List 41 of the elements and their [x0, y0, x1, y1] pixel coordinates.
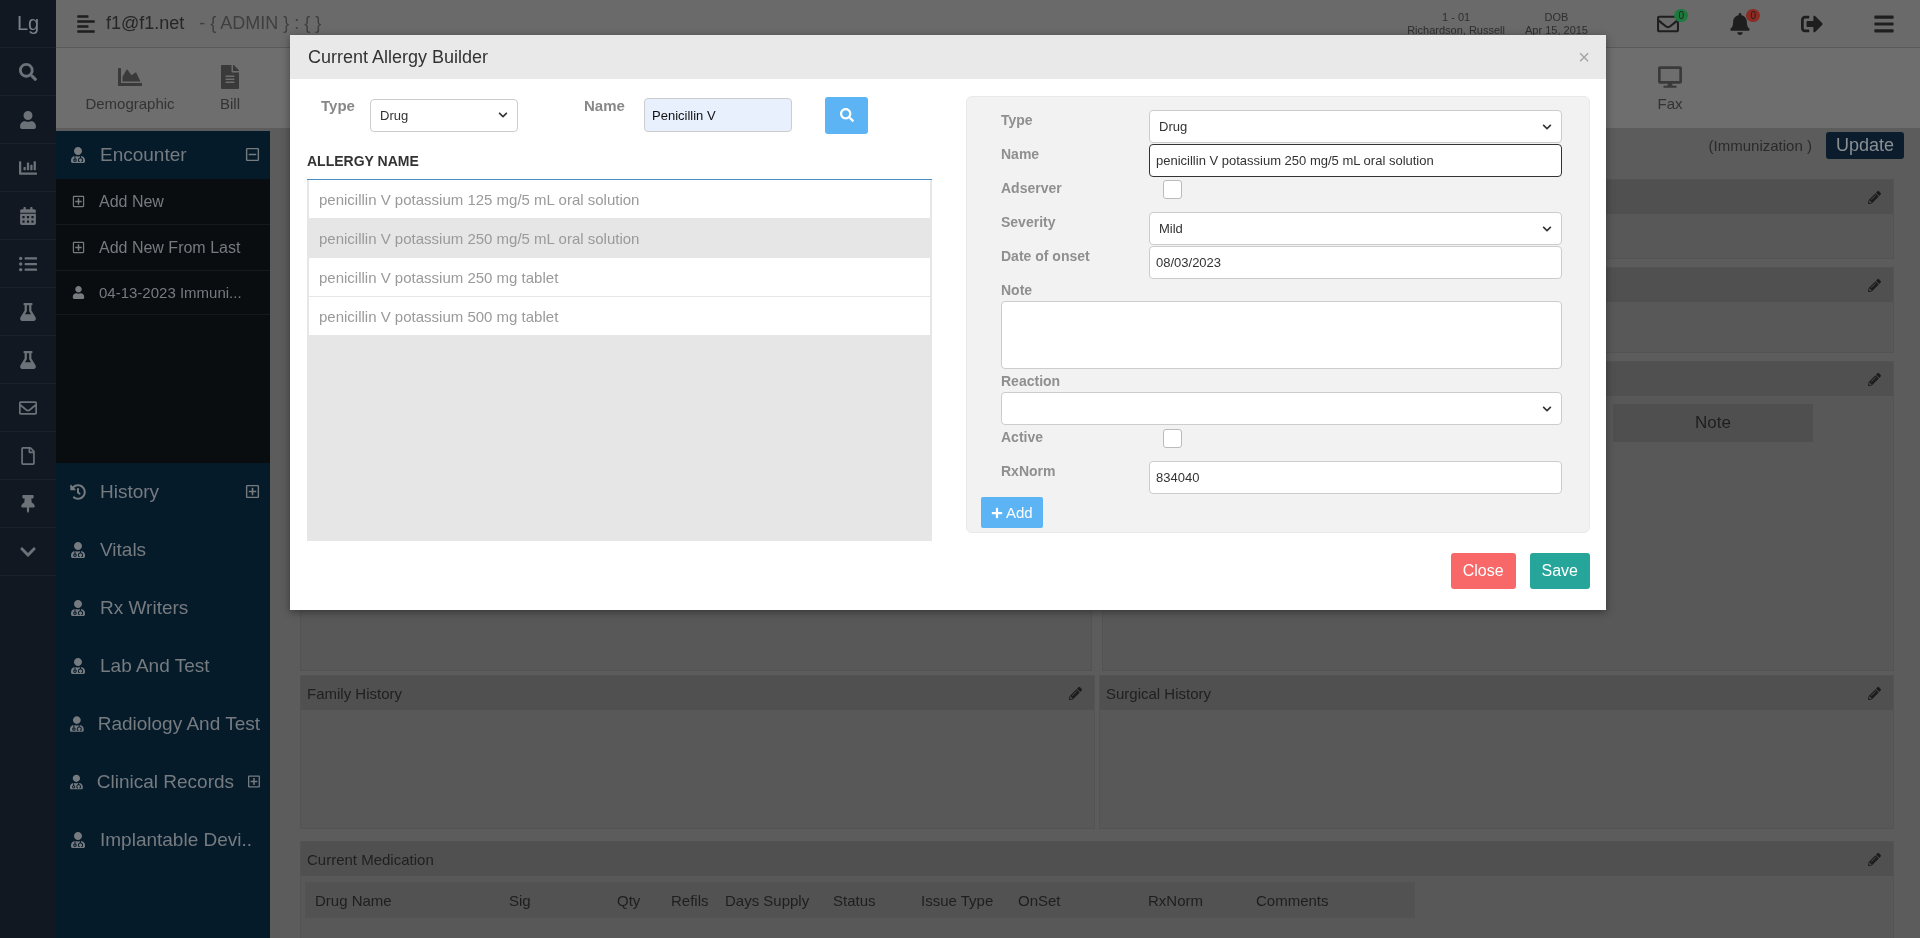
type-select[interactable]: Drug: [370, 98, 518, 132]
field-label: Severity: [1001, 213, 1057, 230]
list-heading: ALLERGY NAME: [307, 153, 420, 169]
field-label: Name: [1001, 145, 1041, 162]
save-button[interactable]: Save: [1529, 553, 1590, 589]
field-label: Name: [583, 97, 626, 114]
close-button[interactable]: Close: [1450, 553, 1516, 589]
result-item[interactable]: penicillin V potassium 500 mg tablet: [308, 297, 931, 336]
update-button[interactable]: Update: [1825, 132, 1904, 159]
toolbar-tab[interactable]: Fax: [1630, 48, 1710, 128]
sidebar-subitem[interactable]: Add New: [56, 179, 270, 225]
result-item[interactable]: penicillin V potassium 250 mg tablet: [308, 258, 931, 297]
field-label: Active: [1001, 428, 1045, 445]
patient-id: 1 - 01: [1442, 10, 1471, 24]
patient-name: Richardson, Russell: [1407, 23, 1505, 37]
field-label: Type: [320, 97, 356, 114]
select-field[interactable]: Drug: [1149, 110, 1562, 143]
sidebar-subitem[interactable]: 04-13-2023 Immuni...: [56, 271, 270, 315]
message-count-badge: 0: [1674, 8, 1688, 22]
input-field[interactable]: 08/03/2023: [1149, 246, 1562, 279]
field-label: Adserver: [1001, 179, 1063, 196]
field-label: Note: [1001, 281, 1034, 298]
alert-count-badge: 0: [1746, 8, 1760, 22]
toolbar-tab[interactable]: Bill: [190, 48, 270, 128]
logo[interactable]: Lg: [16, 12, 40, 35]
sidebar-subitem[interactable]: Add New From Last: [56, 225, 270, 271]
add-button[interactable]: Add: [981, 497, 1043, 528]
name-input[interactable]: Penicillin V: [644, 98, 792, 132]
field-label: Type: [1001, 111, 1034, 128]
input-field[interactable]: 834040: [1149, 461, 1562, 494]
toolbar-tab[interactable]: Demographic: [70, 48, 190, 128]
select-field[interactable]: Mild: [1149, 212, 1562, 245]
input-field[interactable]: penicillin V potassium 250 mg/5 mL oral solution: [1149, 144, 1562, 177]
field-label: Date of onset: [1001, 247, 1091, 264]
dob-label: DOB: [1544, 10, 1569, 24]
field-label: RxNorm: [1001, 462, 1057, 479]
result-item[interactable]: penicillin V potassium 125 mg/5 mL oral solution: [308, 180, 931, 219]
user-email: f1@f1.net: [106, 13, 185, 34]
field-label: Reaction: [1001, 372, 1062, 389]
dialog-title: Current Allergy Builder: [308, 46, 489, 68]
close-icon[interactable]: ×: [1578, 45, 1590, 69]
